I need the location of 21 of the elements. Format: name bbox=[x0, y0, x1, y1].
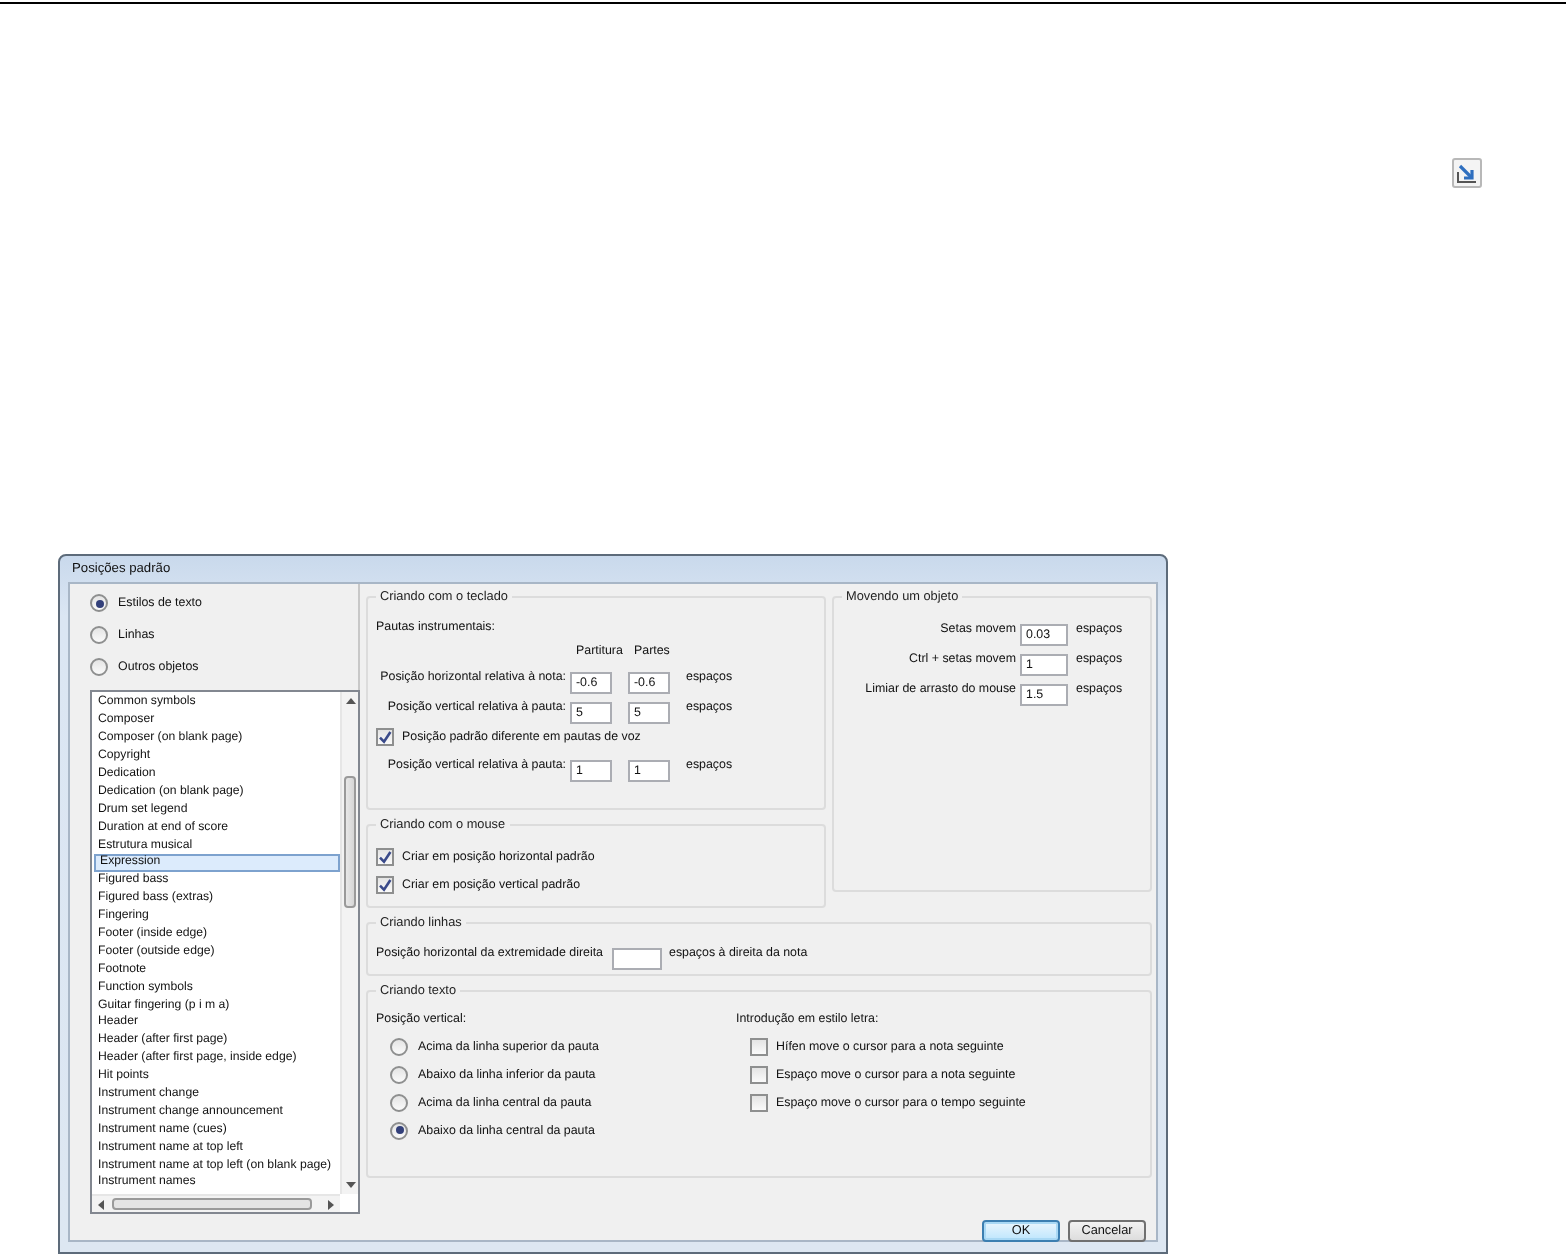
radio-button[interactable] bbox=[390, 1065, 408, 1083]
checkbox[interactable] bbox=[750, 1093, 768, 1111]
checkbox[interactable] bbox=[750, 1065, 768, 1083]
scroll-down-icon[interactable] bbox=[346, 1181, 356, 1188]
scroll-right-icon[interactable] bbox=[328, 1199, 334, 1210]
radio-button[interactable] bbox=[90, 594, 108, 613]
radio-button[interactable] bbox=[90, 626, 108, 645]
arrow-box-icon[interactable] bbox=[1450, 156, 1484, 190]
checkbox[interactable] bbox=[376, 875, 394, 893]
radio-button[interactable] bbox=[390, 1121, 408, 1139]
radio-button[interactable] bbox=[390, 1093, 408, 1111]
checkbox[interactable] bbox=[376, 727, 394, 745]
checkbox[interactable] bbox=[376, 847, 394, 865]
scroll-up-icon[interactable] bbox=[346, 698, 356, 705]
vertical-scrollbar[interactable] bbox=[340, 692, 358, 1194]
input-field[interactable] bbox=[611, 947, 662, 969]
scroll-left-icon[interactable] bbox=[98, 1199, 104, 1210]
horizontal-scrollbar[interactable] bbox=[92, 1193, 340, 1212]
radio-button[interactable] bbox=[90, 658, 108, 677]
checkbox[interactable] bbox=[750, 1037, 768, 1055]
radio-button[interactable] bbox=[390, 1037, 408, 1055]
